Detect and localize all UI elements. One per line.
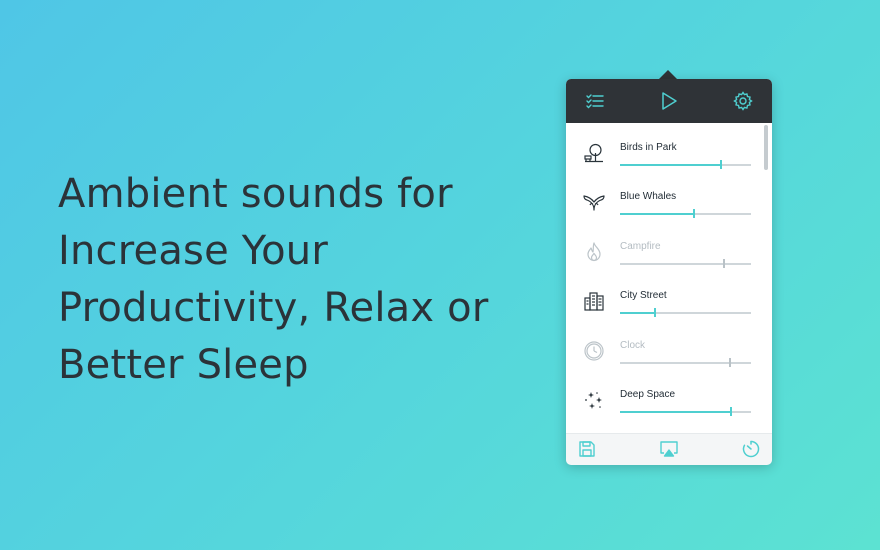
sound-name: Blue Whales xyxy=(620,191,677,202)
volume-slider[interactable] xyxy=(620,407,751,417)
headline-line-4: Better Sleep xyxy=(58,342,309,388)
sound-name: Birds in Park xyxy=(620,142,677,153)
airplay-icon xyxy=(660,441,678,457)
scrollbar[interactable] xyxy=(764,125,768,170)
headline-line-2: Increase Your xyxy=(58,228,328,274)
headline: Ambient sounds for Increase Your Product… xyxy=(58,166,528,394)
timer-icon xyxy=(742,440,760,458)
sound-name: Campfire xyxy=(620,241,661,252)
slider-fill xyxy=(620,212,693,215)
volume-slider[interactable] xyxy=(620,259,751,269)
play-button[interactable] xyxy=(657,89,681,113)
save-button[interactable] xyxy=(576,438,598,460)
sound-row-city-street[interactable]: City Street xyxy=(566,277,762,326)
tree-icon xyxy=(582,141,606,165)
timer-button[interactable] xyxy=(740,438,762,460)
sound-name: City Street xyxy=(620,290,667,301)
volume-slider[interactable] xyxy=(620,308,751,318)
sound-list[interactable]: Birds in Park Blue Whales Campfire City … xyxy=(566,123,772,433)
whale-tail-icon xyxy=(582,190,606,214)
toolbar xyxy=(566,79,772,123)
settings-button[interactable] xyxy=(731,89,755,113)
slider-knob[interactable] xyxy=(730,407,732,416)
flame-icon xyxy=(582,240,606,264)
volume-slider[interactable] xyxy=(620,209,751,219)
airplay-button[interactable] xyxy=(658,438,680,460)
volume-slider[interactable] xyxy=(620,160,751,170)
gear-icon xyxy=(733,91,753,111)
sound-row-birds-in-park[interactable]: Birds in Park xyxy=(566,129,762,178)
play-icon xyxy=(662,92,677,110)
headline-line-1: Ambient sounds for xyxy=(58,171,453,217)
buildings-icon xyxy=(582,289,606,313)
presets-button[interactable] xyxy=(583,89,607,113)
footer xyxy=(566,433,772,465)
sound-row-campfire[interactable]: Campfire xyxy=(566,228,762,277)
slider-knob[interactable] xyxy=(720,160,722,169)
slider-knob[interactable] xyxy=(723,259,725,268)
slider-track xyxy=(620,362,751,364)
sound-row-clock[interactable]: Clock xyxy=(566,327,762,376)
slider-knob[interactable] xyxy=(654,308,656,317)
sound-name: Clock xyxy=(620,340,646,351)
slider-fill xyxy=(620,311,654,314)
checklist-icon xyxy=(586,94,604,109)
slider-knob[interactable] xyxy=(693,209,695,218)
headline-line-3: Productivity, Relax or xyxy=(58,285,489,331)
popover-arrow xyxy=(659,70,677,79)
slider-fill xyxy=(620,163,720,166)
volume-slider[interactable] xyxy=(620,358,751,368)
sound-row-blue-whales[interactable]: Blue Whales xyxy=(566,178,762,227)
sound-mixer-popover: Birds in Park Blue Whales Campfire City … xyxy=(566,79,772,465)
slider-knob[interactable] xyxy=(729,358,731,367)
sparkles-icon xyxy=(582,388,606,412)
sound-name: Deep Space xyxy=(620,389,676,400)
sound-row-deep-space[interactable]: Deep Space xyxy=(566,376,762,425)
slider-track xyxy=(620,263,751,265)
slider-fill xyxy=(620,410,730,413)
save-icon xyxy=(579,441,595,457)
clock-icon xyxy=(582,339,606,363)
